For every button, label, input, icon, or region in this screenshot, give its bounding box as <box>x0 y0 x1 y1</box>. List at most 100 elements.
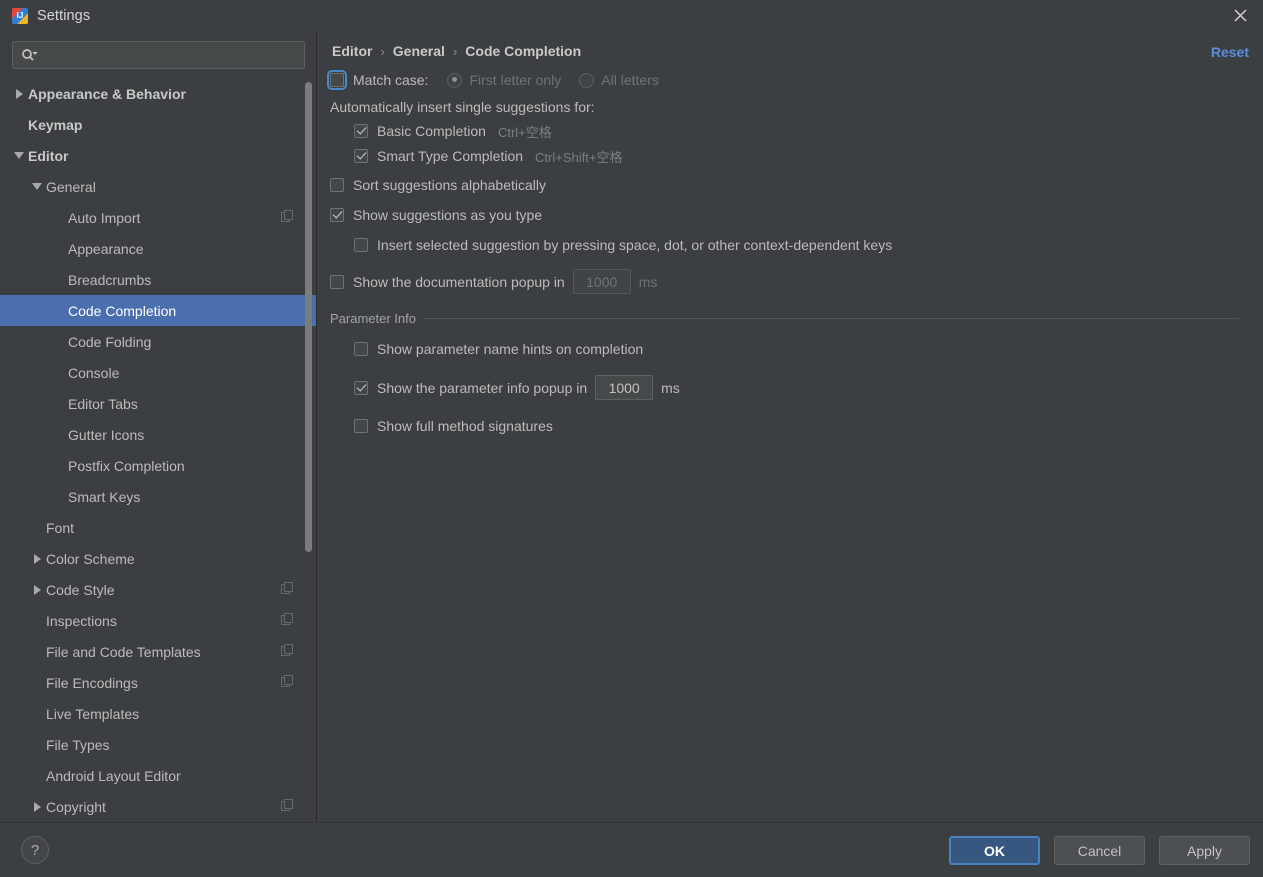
sidebar-item-appearance-behavior[interactable]: Appearance & Behavior <box>0 78 316 109</box>
show-suggestions-checkbox[interactable] <box>330 208 344 222</box>
sidebar-item-code-completion[interactable]: Code Completion <box>0 295 316 326</box>
insert-selected-suggestion-checkbox[interactable] <box>354 238 368 252</box>
sidebar-item-label: Keymap <box>28 116 83 133</box>
sidebar-item-label: Live Templates <box>46 705 140 722</box>
sidebar-scrollbar-thumb[interactable] <box>305 82 312 552</box>
sidebar-item-label: Breadcrumbs <box>68 271 152 288</box>
documentation-popup-checkbox[interactable] <box>330 274 344 289</box>
parameter-info-divider <box>424 318 1239 319</box>
settings-dialog: Settings Appearance & Be <box>0 0 1263 877</box>
sidebar-item-editor[interactable]: Editor <box>0 140 316 171</box>
sidebar-item-label: Postfix Completion <box>68 457 185 474</box>
sidebar-item-live-templates[interactable]: Live Templates <box>0 698 316 729</box>
basic-completion-shortcut: Ctrl+空格 <box>497 124 552 140</box>
reset-link[interactable]: Reset <box>1211 44 1249 60</box>
smart-type-completion-checkbox[interactable] <box>354 149 368 163</box>
sidebar-item-color-scheme[interactable]: Color Scheme <box>0 543 316 574</box>
dialog-buttons: OK Cancel Apply <box>949 836 1250 865</box>
sidebar-item-postfix-completion[interactable]: Postfix Completion <box>0 450 316 481</box>
documentation-popup-row: Show the documentation popup in 1000 ms <box>330 269 1263 294</box>
breadcrumb-general[interactable]: General <box>393 43 445 59</box>
parameter-info-popup-label: Show the parameter info popup in <box>377 379 588 396</box>
sidebar-item-file-encodings[interactable]: File Encodings <box>0 667 316 698</box>
sort-suggestions-checkbox[interactable] <box>330 178 344 192</box>
sidebar-item-label: Code Completion <box>68 302 177 319</box>
chevron-down-icon[interactable] <box>28 183 46 190</box>
documentation-popup-unit: ms <box>638 273 658 290</box>
breadcrumb-editor[interactable]: Editor <box>332 43 372 59</box>
sidebar-scrollbar-track[interactable] <box>304 78 313 818</box>
settings-content: Match case: First letter only All letter… <box>318 59 1263 438</box>
parameter-info-body: Show parameter name hints on completion … <box>330 326 1263 438</box>
parameter-info-popup-delay-input[interactable]: 1000 <box>595 375 654 400</box>
copy-scope-icon <box>281 612 294 629</box>
chevron-right-icon[interactable] <box>10 88 28 99</box>
sidebar-item-appearance[interactable]: Appearance <box>0 233 316 264</box>
sidebar-item-label: Code Style <box>46 581 115 598</box>
sidebar-item-keymap[interactable]: Keymap <box>0 109 316 140</box>
parameter-info-header: Parameter Info <box>330 311 1263 326</box>
copy-scope-icon <box>281 798 294 815</box>
show-suggestions-label: Show suggestions as you type <box>353 207 543 223</box>
match-case-row: Match case: First letter only All letter… <box>327 68 1263 92</box>
auto-insert-header: Automatically insert single suggestions … <box>330 99 595 115</box>
sidebar-item-file-types[interactable]: File Types <box>0 729 316 760</box>
parameter-info-title: Parameter Info <box>330 311 416 326</box>
apply-button[interactable]: Apply <box>1159 836 1250 865</box>
parameter-info-popup-unit: ms <box>661 379 680 396</box>
sidebar-item-label: Copyright <box>46 798 106 815</box>
sidebar-item-copyright[interactable]: Copyright <box>0 791 316 818</box>
sidebar-item-auto-import[interactable]: Auto Import <box>0 202 316 233</box>
smart-type-completion-row: Smart Type Completion Ctrl+Shift+空格 <box>354 144 1263 168</box>
basic-completion-checkbox[interactable] <box>354 124 368 138</box>
sidebar-item-code-style[interactable]: Code Style <box>0 574 316 605</box>
chevron-right-icon[interactable] <box>28 584 46 595</box>
sidebar-item-label: Appearance <box>68 240 144 257</box>
sidebar-item-file-and-code-templates[interactable]: File and Code Templates <box>0 636 316 667</box>
parameter-info-popup-checkbox[interactable] <box>354 380 368 395</box>
search-box[interactable] <box>12 41 305 69</box>
sidebar-item-general[interactable]: General <box>0 171 316 202</box>
all-letters-radio[interactable] <box>579 72 595 88</box>
search-input[interactable] <box>37 46 298 64</box>
sidebar-item-inspections[interactable]: Inspections <box>0 605 316 636</box>
chevron-down-icon[interactable] <box>10 152 28 159</box>
breadcrumb-code-completion: Code Completion <box>465 43 582 59</box>
sidebar-item-label: General <box>46 178 96 195</box>
full-method-signatures-label: Show full method signatures <box>377 418 553 434</box>
sidebar-item-gutter-icons[interactable]: Gutter Icons <box>0 419 316 450</box>
full-method-signatures-checkbox[interactable] <box>354 419 368 433</box>
basic-completion-label: Basic Completion <box>377 123 486 139</box>
help-button[interactable]: ? <box>21 836 49 864</box>
chevron-right-icon[interactable] <box>28 801 46 812</box>
all-letters-label: All letters <box>601 72 659 88</box>
sidebar-item-label: File Encodings <box>46 674 138 691</box>
documentation-popup-delay-input[interactable]: 1000 <box>572 269 631 294</box>
parameter-name-hints-checkbox[interactable] <box>354 342 368 356</box>
close-icon[interactable] <box>1217 0 1263 31</box>
window-title-bar: Settings <box>0 0 1263 31</box>
sort-suggestions-row: Sort suggestions alphabetically <box>330 173 1263 197</box>
copy-scope-icon <box>281 581 294 598</box>
sidebar-item-font[interactable]: Font <box>0 512 316 543</box>
sidebar-item-label: Inspections <box>46 612 117 629</box>
sidebar-item-label: Code Folding <box>68 333 152 350</box>
ok-button[interactable]: OK <box>949 836 1040 865</box>
intellij-idea-icon <box>12 7 28 24</box>
cancel-button[interactable]: Cancel <box>1054 836 1145 865</box>
sidebar-item-label: Font <box>46 519 75 536</box>
sidebar-item-breadcrumbs[interactable]: Breadcrumbs <box>0 264 316 295</box>
sidebar-item-console[interactable]: Console <box>0 357 316 388</box>
parameter-info-group: Parameter Info Show parameter name hints… <box>330 311 1263 438</box>
window-title: Settings <box>37 7 91 24</box>
first-letter-only-label: First letter only <box>469 72 562 88</box>
sidebar-item-label: Auto Import <box>68 209 141 226</box>
sidebar-item-label: File and Code Templates <box>46 643 201 660</box>
chevron-right-icon[interactable] <box>28 553 46 564</box>
first-letter-only-radio[interactable] <box>447 72 463 88</box>
match-case-checkbox[interactable] <box>327 70 347 90</box>
sidebar-item-android-layout-editor[interactable]: Android Layout Editor <box>0 760 316 791</box>
sidebar-item-code-folding[interactable]: Code Folding <box>0 326 316 357</box>
sidebar-item-smart-keys[interactable]: Smart Keys <box>0 481 316 512</box>
sidebar-item-editor-tabs[interactable]: Editor Tabs <box>0 388 316 419</box>
